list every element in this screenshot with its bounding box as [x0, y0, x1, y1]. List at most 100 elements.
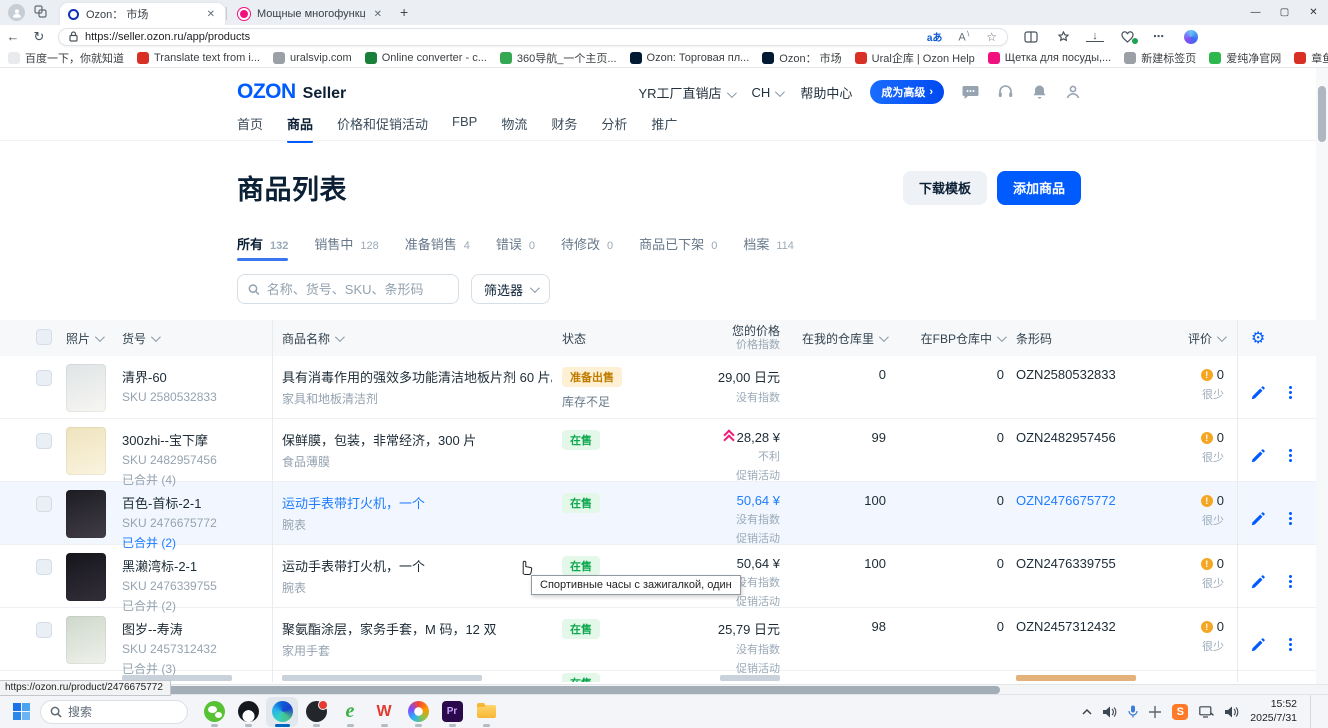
window-close-button[interactable]: ✕ — [1299, 0, 1328, 25]
filter-tab[interactable]: 销售中128 — [314, 234, 378, 261]
product-name-link[interactable]: 运动手表带打火机，一个 — [282, 556, 552, 575]
favorite-star-icon[interactable]: ☆ — [986, 30, 997, 44]
horizontal-scrollbar[interactable] — [0, 684, 1328, 694]
bookmark-item[interactable]: 章鱼AI — [1294, 50, 1328, 66]
support-headset-icon[interactable] — [997, 84, 1014, 100]
row-checkbox[interactable] — [36, 433, 52, 449]
col-name[interactable]: 商品名称 — [272, 330, 552, 347]
bookmark-item[interactable]: 新建标签页 — [1124, 50, 1196, 66]
product-name-link[interactable]: 保鲜膜，包装，非常经济，300 片 — [282, 430, 552, 449]
product-photo[interactable] — [66, 553, 106, 601]
bookmark-item[interactable]: Ural企库 | Ozon Help — [855, 50, 975, 66]
row-checkbox[interactable] — [36, 559, 52, 575]
bookmark-item[interactable]: 爱纯净官网 — [1209, 50, 1281, 66]
table-row[interactable]: 图岁--寿涛SKU 2457312432已合并 (3)聚氨酯涂层，家务手套，M … — [0, 608, 1328, 671]
refresh-icon[interactable]: ↻ — [26, 29, 52, 45]
table-row[interactable]: 300zhi--宝下摩SKU 2482957456已合并 (4)保鲜膜，包装，非… — [0, 419, 1328, 482]
filters-button[interactable]: 筛选器 — [471, 274, 550, 304]
scrollbar-thumb[interactable] — [1318, 86, 1326, 142]
more-menu-icon[interactable] — [1289, 517, 1292, 520]
hidden-icons-chevron[interactable] — [1082, 709, 1092, 715]
secure360-taskbar-button[interactable] — [300, 697, 332, 727]
sogou-s-icon[interactable]: S — [1172, 704, 1188, 720]
browser-tab-active[interactable]: Ozon： 市场 ✕ — [60, 3, 225, 25]
window-maximize-button[interactable]: ▢ — [1270, 0, 1299, 25]
language-selector[interactable]: CH — [752, 85, 783, 100]
more-menu-icon[interactable] — [1289, 391, 1292, 394]
split-screen-icon[interactable] — [1022, 31, 1040, 43]
product-name-link[interactable]: 聚氨酯涂层，家务手套，M 码，12 双 — [282, 619, 552, 638]
speaker-icon[interactable] — [1225, 706, 1239, 718]
filter-tab[interactable]: 错误0 — [496, 234, 535, 261]
filter-tab[interactable]: 商品已下架0 — [639, 234, 717, 261]
nav-tab-2[interactable]: 商品 — [287, 114, 313, 139]
bookmark-item[interactable]: Ozon： 市场 — [762, 50, 841, 66]
product-name-link[interactable]: 具有消毒作用的强效多功能清洁地板片剂 60 片。 — [282, 367, 552, 386]
collections-icon[interactable] — [1054, 31, 1072, 43]
browser-tab-2[interactable]: Мощные многофункциональнь ✕ — [230, 3, 392, 25]
copilot-icon[interactable] — [1182, 30, 1200, 44]
bookmark-item[interactable]: 360导航_一个主页... — [500, 50, 617, 66]
premiere-taskbar-button[interactable]: Pr — [436, 697, 468, 727]
product-photo[interactable] — [66, 427, 106, 475]
address-bar[interactable]: https://seller.ozon.ru/app/products aあ A… — [58, 28, 1008, 46]
bookmark-item[interactable]: Translate text from i... — [137, 52, 260, 64]
col-photo[interactable]: 照片 — [66, 330, 110, 347]
tab-close-icon[interactable]: ✕ — [372, 9, 384, 20]
search-input[interactable] — [267, 282, 448, 297]
window-minimize-button[interactable]: — — [1241, 0, 1270, 25]
add-product-button[interactable]: 添加商品 — [997, 171, 1081, 205]
table-row[interactable]: 百色-首标-2-1SKU 2476675772已合并 (2)运动手表带打火机，一… — [0, 482, 1328, 545]
product-photo[interactable] — [66, 616, 106, 664]
browser-essentials-icon[interactable] — [1118, 31, 1136, 43]
filter-tab[interactable]: 档案114 — [743, 234, 794, 261]
product-photo[interactable] — [66, 490, 106, 538]
microphone-icon[interactable] — [1128, 705, 1138, 718]
col-fbp[interactable]: 在FBP仓库中 — [886, 330, 1004, 347]
back-icon[interactable]: ← — [0, 29, 26, 44]
chat-icon[interactable] — [962, 84, 979, 100]
more-menu-icon[interactable] — [1289, 580, 1292, 583]
product-search[interactable] — [237, 274, 459, 304]
nav-tab-7[interactable]: 分析 — [601, 114, 627, 139]
tab-groups-icon[interactable] — [34, 5, 47, 23]
nav-tab-4[interactable]: FBP — [452, 114, 477, 139]
edit-icon[interactable] — [1251, 512, 1265, 526]
wps-taskbar-button[interactable]: W — [368, 697, 400, 727]
bookmark-item[interactable]: 百度一下，你就知道 — [8, 50, 124, 66]
filter-tab[interactable]: 准备销售4 — [405, 234, 470, 261]
become-premium-button[interactable]: 成为高级› — [870, 80, 944, 104]
wechat-taskbar-button[interactable] — [198, 697, 230, 727]
volume-icon[interactable] — [1103, 706, 1117, 718]
product-photo[interactable] — [66, 364, 106, 412]
col-stock[interactable]: 在我的仓库里 — [780, 330, 886, 347]
download-template-button[interactable]: 下载模板 — [903, 171, 987, 205]
ie-taskbar-button[interactable]: e — [334, 697, 366, 727]
bookmark-item[interactable]: Online converter - c... — [365, 52, 487, 64]
nav-tab-1[interactable]: 首页 — [237, 114, 263, 139]
read-aloud-icon[interactable]: A∖ — [958, 30, 970, 44]
sogou-cross-icon[interactable] — [1149, 706, 1161, 718]
table-settings-gear-icon[interactable]: ⚙ — [1251, 328, 1265, 348]
select-all-checkbox[interactable] — [36, 329, 52, 345]
more-menu-icon[interactable] — [1289, 454, 1292, 457]
nav-tab-8[interactable]: 推广 — [651, 114, 677, 139]
table-row[interactable]: 清界-60SKU 2580532833具有消毒作用的强效多功能清洁地板片剂 60… — [0, 356, 1328, 419]
vertical-scrollbar[interactable] — [1316, 68, 1328, 684]
store-selector[interactable]: YR工厂直销店 — [638, 83, 733, 102]
new-tab-button[interactable]: + — [400, 4, 408, 20]
product-name-link[interactable]: 运动手表带打火机，一个 — [282, 493, 552, 512]
more-menu-icon[interactable] — [1289, 643, 1292, 646]
taskbar-clock[interactable]: 15:52 2025/7/31 — [1250, 698, 1297, 724]
row-checkbox[interactable] — [36, 496, 52, 512]
edit-icon[interactable] — [1251, 638, 1265, 652]
translate-icon[interactable]: aあ — [927, 29, 943, 44]
edit-icon[interactable] — [1251, 386, 1265, 400]
col-article[interactable]: 货号 — [122, 330, 272, 347]
taskbar-search[interactable]: 搜索 — [40, 700, 188, 724]
browser-profile-icon[interactable] — [8, 4, 25, 21]
bookmark-item[interactable]: uralsvip.com — [273, 52, 352, 64]
cast-display-icon[interactable] — [1199, 706, 1214, 718]
help-center-link[interactable]: 帮助中心 — [800, 83, 852, 102]
edit-icon[interactable] — [1251, 575, 1265, 589]
